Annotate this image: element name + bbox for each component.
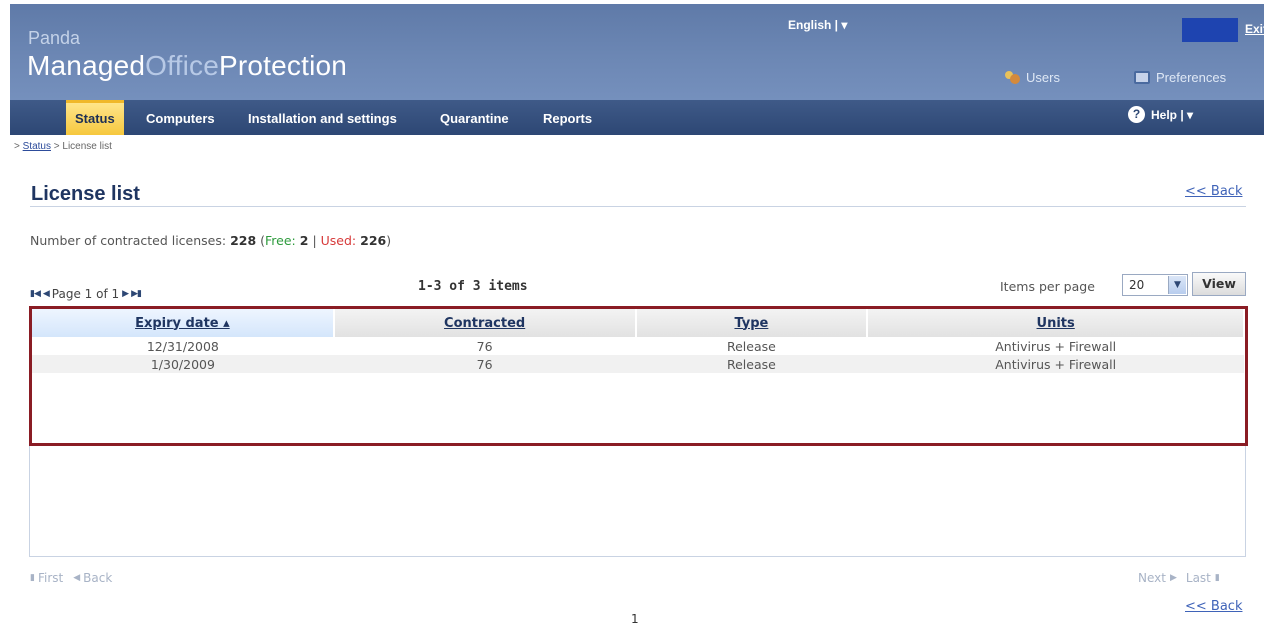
help-menu[interactable]: ? Help | ▾ xyxy=(1128,106,1193,123)
next-link[interactable]: Next xyxy=(1138,571,1166,585)
preferences-label: Preferences xyxy=(1156,70,1227,85)
free-label: Free: xyxy=(265,233,296,248)
back-link-bottom[interactable]: << Back xyxy=(1185,599,1242,614)
prev-page-icon: ◀ xyxy=(73,573,80,583)
title-divider xyxy=(30,206,1246,207)
tab-reports[interactable]: Reports xyxy=(543,100,592,135)
brand-part-office: Office xyxy=(145,50,219,81)
users-icon xyxy=(1004,71,1020,84)
page-number: 1 xyxy=(631,612,639,626)
tab-installation-settings[interactable]: Installation and settings xyxy=(248,100,397,135)
dropdown-arrow-icon: ▼ xyxy=(1168,276,1186,294)
next-page-icon: ▶ xyxy=(1169,573,1177,583)
table-highlight-frame xyxy=(29,306,1248,446)
prev-page-icon[interactable]: ◀ xyxy=(43,289,50,299)
account-box xyxy=(1182,18,1238,42)
items-count: 1-3 of 3 items xyxy=(418,279,528,294)
items-per-page-value: 20 xyxy=(1129,278,1145,292)
used-label: Used: xyxy=(320,233,357,248)
free-value: 2 xyxy=(299,233,309,248)
first-page-icon: ▮ xyxy=(30,573,35,583)
back-link[interactable]: Back xyxy=(83,571,112,585)
first-link[interactable]: First xyxy=(38,571,63,585)
exit-link[interactable]: Exit xyxy=(1245,22,1267,36)
pager-bottom-left: ▮ First ◀ Back xyxy=(30,571,112,585)
tab-quarantine[interactable]: Quarantine xyxy=(440,100,509,135)
items-per-page-select[interactable]: 20 ▼ xyxy=(1122,274,1188,296)
tab-computers[interactable]: Computers xyxy=(146,100,215,135)
brand-part-protection: Protection xyxy=(219,50,348,81)
users-link[interactable]: Users xyxy=(1004,70,1060,85)
items-per-page-label: Items per page xyxy=(1000,279,1095,294)
breadcrumb-current: > License list xyxy=(53,141,112,152)
help-label: Help | ▾ xyxy=(1151,107,1194,122)
language-selector[interactable]: English | ▾ xyxy=(788,18,847,32)
users-label: Users xyxy=(1026,70,1060,85)
app-header: Panda ManagedOfficeProtection English | … xyxy=(10,4,1267,100)
used-value: 226 xyxy=(360,233,387,248)
tab-status[interactable]: Status xyxy=(66,100,124,135)
help-icon: ? xyxy=(1128,106,1145,123)
last-page-icon: ▮ xyxy=(1214,573,1220,583)
page-info: Page 1 of 1 xyxy=(51,287,120,301)
licenses-label: Number of contracted licenses: xyxy=(30,233,227,248)
preferences-link[interactable]: Preferences xyxy=(1134,70,1226,85)
licenses-total: 228 xyxy=(230,233,257,248)
last-page-icon[interactable]: ▶▮ xyxy=(131,289,142,299)
brand-product: ManagedOfficeProtection xyxy=(27,50,347,82)
main-nav: Status Computers Installation and settin… xyxy=(10,100,1264,135)
breadcrumb: > Status > License list xyxy=(14,141,112,152)
breadcrumb-status-link[interactable]: Status xyxy=(23,141,51,152)
pager-bottom-right: Next ▶ Last ▮ xyxy=(1138,571,1220,585)
page-title: License list xyxy=(31,183,140,205)
brand-vendor: Panda xyxy=(28,28,81,48)
back-link-top[interactable]: << Back xyxy=(1185,184,1242,199)
preferences-icon xyxy=(1134,71,1150,84)
brand-part-managed: Managed xyxy=(27,50,146,81)
last-link[interactable]: Last xyxy=(1186,571,1211,585)
breadcrumb-prefix: > xyxy=(14,141,20,152)
license-summary: Number of contracted licenses: 228 (Free… xyxy=(30,233,392,248)
first-page-icon[interactable]: ▮◀ xyxy=(30,289,41,299)
next-page-icon[interactable]: ▶ xyxy=(122,289,129,299)
pager-top: ▮◀ ◀ Page 1 of 1 ▶ ▶▮ xyxy=(30,287,142,301)
view-button[interactable]: View xyxy=(1192,272,1246,296)
